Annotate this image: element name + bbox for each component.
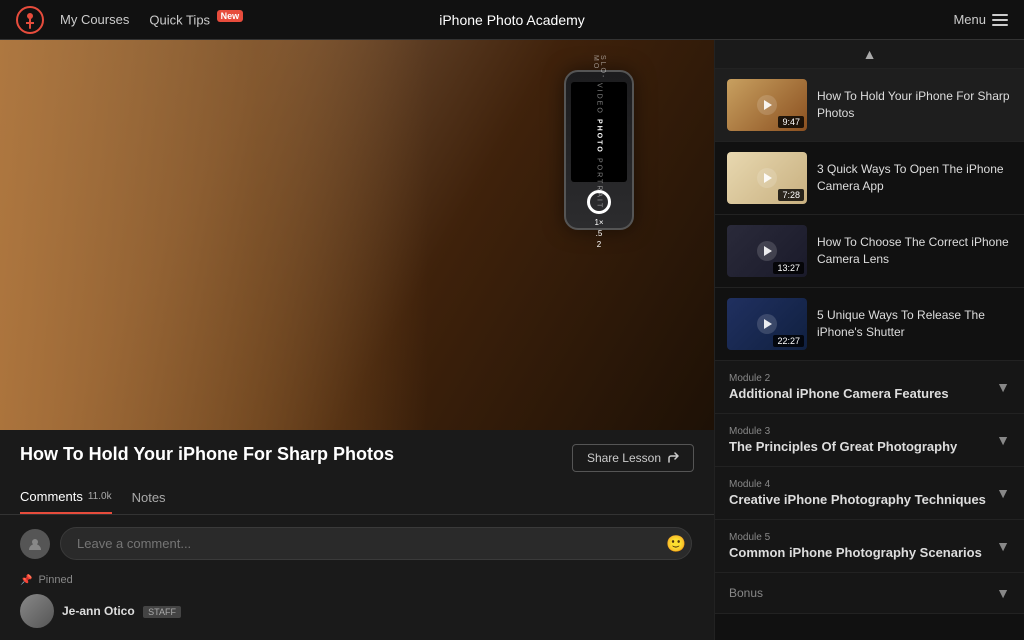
module-label: Module 3 <box>729 426 957 437</box>
new-badge: New <box>217 10 244 22</box>
lesson-title: 3 Quick Ways To Open The iPhone Camera A… <box>817 161 1012 195</box>
iphone-illustration: SLO-MO VIDEO PHOTO PORTRAIT 1× .5 2 <box>564 70 634 230</box>
module-header[interactable]: Module 4 Creative iPhone Photography Tec… <box>715 467 1024 519</box>
play-icon <box>757 95 777 115</box>
tabs-bar: Comments 11.0k Notes <box>0 485 714 515</box>
lesson-thumbnail: 22:27 <box>727 298 807 350</box>
module-header[interactable]: Module 3 The Principles Of Great Photogr… <box>715 414 1024 466</box>
sidebar-scroll-up: ▲ <box>715 40 1024 69</box>
tab-comments[interactable]: Comments 11.0k <box>20 489 112 514</box>
lesson-item[interactable]: 13:27 How To Choose The Correct iPhone C… <box>715 215 1024 288</box>
lesson-duration: 7:28 <box>778 189 804 201</box>
quick-tips-link[interactable]: Quick Tips New <box>149 11 243 27</box>
play-icon <box>757 168 777 188</box>
staff-badge: STAFF <box>143 606 181 618</box>
lesson-duration: 9:47 <box>778 116 804 128</box>
pin-icon: 📌 <box>20 575 32 586</box>
lesson-thumbnail: 13:27 <box>727 225 807 277</box>
module-title: Common iPhone Photography Scenarios <box>729 545 982 560</box>
emoji-button[interactable]: 🙂 <box>666 534 686 554</box>
play-icon <box>757 314 777 334</box>
module-section: Module 4 Creative iPhone Photography Tec… <box>715 467 1024 520</box>
module-section: Module 2 Additional iPhone Camera Featur… <box>715 361 1024 414</box>
share-icon <box>667 452 679 464</box>
module-chevron-icon: ▼ <box>996 432 1010 448</box>
module-header[interactable]: Module 5 Common iPhone Photography Scena… <box>715 520 1024 572</box>
bonus-label: Bonus <box>729 586 763 600</box>
modules-list: Module 2 Additional iPhone Camera Featur… <box>715 361 1024 573</box>
lessons-list: 9:47 How To Hold Your iPhone For Sharp P… <box>715 69 1024 361</box>
module-header[interactable]: Module 2 Additional iPhone Camera Featur… <box>715 361 1024 413</box>
module-label: Module 2 <box>729 373 949 384</box>
lesson-title: 5 Unique Ways To Release The iPhone's Sh… <box>817 307 1012 341</box>
logo-icon[interactable] <box>16 6 44 34</box>
lesson-title: How To Hold Your iPhone For Sharp Photos <box>817 88 1012 122</box>
tab-notes[interactable]: Notes <box>132 490 166 513</box>
module-label: Module 4 <box>729 479 986 490</box>
page-title: iPhone Photo Academy <box>439 12 585 28</box>
comments-area: 🙂 📌 Pinned Je-ann Otico STAFF <box>0 515 714 640</box>
comment-input-row: 🙂 <box>20 527 694 560</box>
current-user-avatar <box>20 529 50 559</box>
lesson-title: How To Choose The Correct iPhone Camera … <box>817 234 1012 268</box>
comment-user-row: Je-ann Otico STAFF <box>20 594 694 628</box>
comments-count: 11.0k <box>88 491 112 502</box>
video-title: How To Hold Your iPhone For Sharp Photos <box>20 444 394 465</box>
module-section: Module 3 The Principles Of Great Photogr… <box>715 414 1024 467</box>
video-panel: SLO-MO VIDEO PHOTO PORTRAIT 1× .5 2 How … <box>0 40 714 640</box>
lesson-thumbnail: 7:28 <box>727 152 807 204</box>
video-info: How To Hold Your iPhone For Sharp Photos… <box>0 430 714 485</box>
pinned-label: 📌 Pinned <box>20 574 694 586</box>
my-courses-link[interactable]: My Courses <box>60 12 129 27</box>
bonus-section: Bonus ▼ <box>715 573 1024 614</box>
lesson-duration: 22:27 <box>773 335 804 347</box>
module-chevron-icon: ▼ <box>996 485 1010 501</box>
sidebar: ▲ 9:47 How To Hold Your iPhone For Sharp… <box>714 40 1024 640</box>
module-chevron-icon: ▼ <box>996 538 1010 554</box>
module-title: Creative iPhone Photography Techniques <box>729 492 986 507</box>
lesson-thumbnail: 9:47 <box>727 79 807 131</box>
lesson-item[interactable]: 22:27 5 Unique Ways To Release The iPhon… <box>715 288 1024 361</box>
bonus-header[interactable]: Bonus ▼ <box>715 573 1024 613</box>
main-layout: SLO-MO VIDEO PHOTO PORTRAIT 1× .5 2 How … <box>0 40 1024 640</box>
play-icon <box>757 241 777 261</box>
module-label: Module 5 <box>729 532 982 543</box>
lesson-item[interactable]: 7:28 3 Quick Ways To Open The iPhone Cam… <box>715 142 1024 215</box>
navbar: My Courses Quick Tips New iPhone Photo A… <box>0 0 1024 40</box>
video-player[interactable]: SLO-MO VIDEO PHOTO PORTRAIT 1× .5 2 <box>0 40 714 430</box>
comment-input[interactable] <box>60 527 692 560</box>
user-icon <box>28 537 42 551</box>
module-section: Module 5 Common iPhone Photography Scena… <box>715 520 1024 573</box>
share-lesson-button[interactable]: Share Lesson <box>572 444 694 472</box>
hamburger-icon <box>992 14 1008 26</box>
module-title: Additional iPhone Camera Features <box>729 386 949 401</box>
commenter-name: Je-ann Otico <box>62 604 135 618</box>
module-chevron-icon: ▼ <box>996 379 1010 395</box>
lesson-item[interactable]: 9:47 How To Hold Your iPhone For Sharp P… <box>715 69 1024 142</box>
lesson-duration: 13:27 <box>773 262 804 274</box>
commenter-avatar <box>20 594 54 628</box>
bonus-chevron-icon: ▼ <box>996 585 1010 601</box>
menu-button[interactable]: Menu <box>953 12 1008 27</box>
module-title: The Principles Of Great Photography <box>729 439 957 454</box>
scroll-up-button[interactable]: ▲ <box>863 46 877 62</box>
